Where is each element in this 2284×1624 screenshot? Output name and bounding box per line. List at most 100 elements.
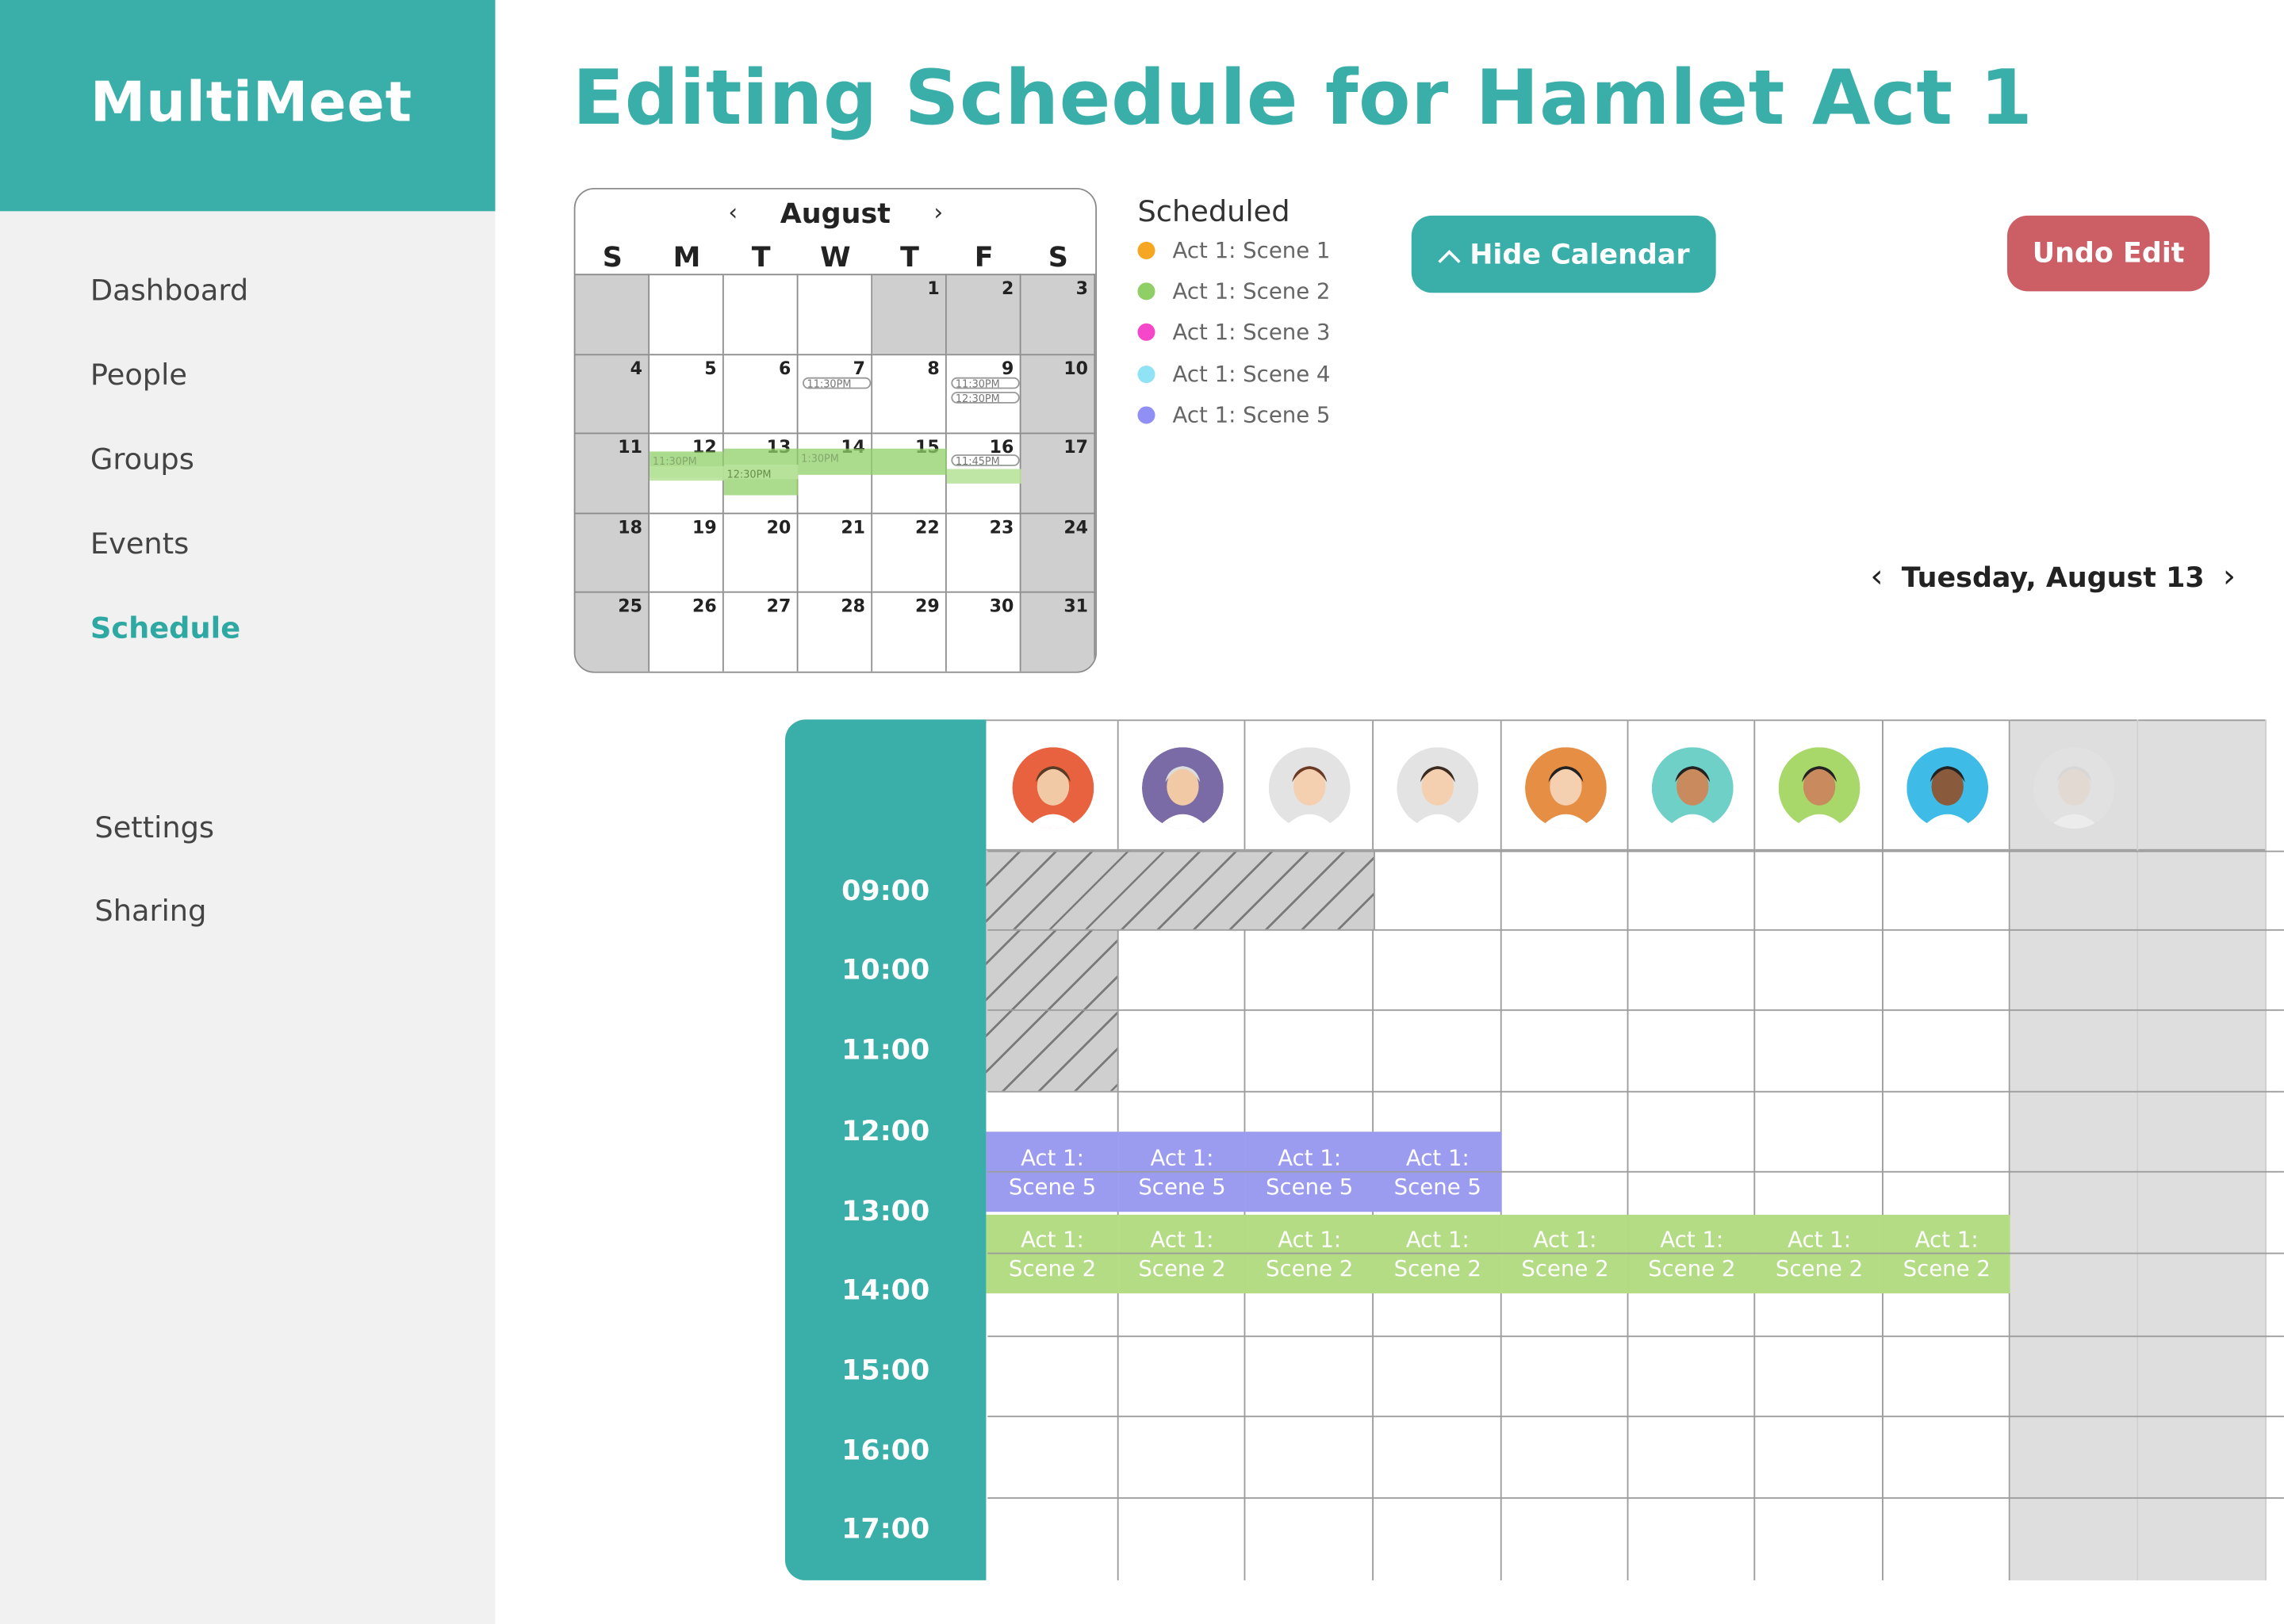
calendar-day[interactable]: 10 [1021, 353, 1096, 433]
event-line2: Scene 2 [1393, 1255, 1481, 1282]
sidebar-item-dashboard[interactable]: Dashboard [90, 272, 248, 307]
calendar-day[interactable]: 21 [798, 512, 873, 592]
time-label: 15:00 [841, 1354, 930, 1387]
calendar-scheduled-band[interactable] [650, 465, 724, 481]
calendar-day-number: 28 [841, 596, 865, 617]
calendar-prev-icon[interactable]: ‹ [728, 198, 738, 226]
avatar[interactable] [2033, 747, 2115, 829]
avatar[interactable] [1650, 747, 1733, 829]
calendar-day[interactable]: 29 [872, 592, 947, 672]
prev-day-icon[interactable]: ‹ [1870, 559, 1883, 596]
next-day-icon[interactable]: › [2223, 559, 2236, 596]
event-line2: Scene 5 [1393, 1173, 1481, 1200]
calendar-next-icon[interactable]: › [933, 198, 943, 226]
person-column[interactable] [1628, 719, 1756, 1580]
calendar-day[interactable]: 2 [946, 274, 1021, 354]
calendar-day[interactable]: 22 [872, 512, 947, 592]
avatar[interactable] [1268, 747, 1351, 829]
sidebar-item-settings[interactable]: Settings [94, 810, 214, 845]
calendar-day[interactable]: 17 [1021, 432, 1096, 513]
grid-row-line [987, 929, 2284, 931]
calendar-day[interactable]: 26 [650, 592, 724, 672]
calendar-day[interactable]: 18 [575, 512, 650, 592]
calendar-day-number: 27 [766, 596, 791, 617]
event-line2: Scene 5 [1266, 1173, 1354, 1200]
calendar-day[interactable]: 8 [872, 353, 947, 433]
legend-label: Act 1: Scene 2 [1172, 278, 1331, 304]
event-line1: Act 1: [1150, 1143, 1214, 1170]
calendar-day[interactable]: 20 [723, 512, 799, 592]
event-line2: Scene 2 [1775, 1255, 1864, 1282]
event-line1: Act 1: [1914, 1226, 1979, 1253]
app-logo[interactable]: MultiMeet [90, 70, 412, 134]
avatar[interactable] [1011, 747, 1094, 829]
calendar-event-pill[interactable]: 11:30PM [803, 376, 872, 389]
calendar-day-number: 7 [853, 358, 865, 378]
avatar-cell [1245, 719, 1373, 851]
calendar-event-pill[interactable]: 11:45PM [951, 454, 1020, 467]
legend-dot [1137, 323, 1155, 341]
person-column[interactable] [1755, 719, 1884, 1580]
calendar-day[interactable]: 11 [575, 432, 650, 513]
person-column-disabled[interactable] [2010, 719, 2139, 1580]
calendar-day[interactable]: 31 [1021, 592, 1096, 672]
calendar-scheduled-band[interactable]: 12:30PM [723, 464, 799, 481]
sidebar-item-events[interactable]: Events [90, 526, 189, 561]
undo-edit-button[interactable]: Undo Edit [2006, 215, 2210, 292]
calendar-month-label: August [780, 197, 891, 231]
avatar-cell [1883, 719, 2009, 851]
time-label: 12:00 [841, 1115, 930, 1148]
legend-item: Act 1: Scene 3 [1137, 319, 1330, 345]
calendar-day-number: 19 [692, 516, 717, 538]
calendar-day[interactable]: 23 [946, 512, 1021, 592]
calendar-empty-cell [650, 274, 724, 354]
calendar-day[interactable]: 27 [723, 592, 799, 672]
calendar-day-number: 1 [927, 278, 940, 299]
person-column-disabled[interactable] [2138, 719, 2267, 1580]
hide-calendar-button[interactable]: Hide Calendar [1411, 215, 1716, 293]
calendar-day[interactable]: 1 [872, 274, 947, 354]
calendar-day-number: 5 [704, 358, 717, 378]
event-line2: Scene 2 [1138, 1255, 1226, 1282]
calendar-day[interactable]: 30 [946, 592, 1021, 672]
avatar[interactable] [1906, 747, 1988, 829]
calendar-day[interactable]: 4 [575, 353, 650, 433]
avatar-cell [1501, 719, 1627, 851]
event-line2: Scene 5 [1138, 1173, 1226, 1200]
calendar-day-number: 18 [618, 516, 642, 538]
calendar-event-pill[interactable]: 11:30PM [951, 376, 1020, 389]
calendar-day[interactable]: 5 [650, 353, 724, 433]
sidebar-item-groups[interactable]: Groups [90, 442, 194, 477]
avatar[interactable] [1397, 747, 1479, 829]
sidebar-item-people[interactable]: People [90, 357, 187, 392]
time-label: 14:00 [841, 1274, 930, 1307]
avatar[interactable] [1778, 747, 1861, 829]
weekday-header: S [602, 241, 623, 274]
sidebar-item-schedule[interactable]: Schedule [90, 611, 240, 645]
calendar-day[interactable]: 24 [1021, 512, 1096, 592]
calendar-day[interactable]: 6 [723, 353, 799, 433]
calendar-scheduled-band[interactable]: 1:30PM [798, 448, 873, 475]
weekday-header: M [673, 241, 701, 274]
sidebar: MultiMeet Dashboard People Groups Events… [0, 0, 496, 1624]
person-column[interactable] [1883, 719, 2010, 1580]
calendar-day-number: 22 [914, 516, 940, 538]
calendar-day[interactable]: 3 [1021, 274, 1096, 354]
calendar-day-number: 26 [692, 596, 717, 617]
calendar-day[interactable]: 7 [798, 353, 873, 433]
avatar[interactable] [1524, 747, 1606, 829]
calendar-day-number: 6 [778, 358, 791, 378]
calendar-scheduled-band[interactable] [946, 469, 1021, 484]
calendar-day[interactable]: 19 [650, 512, 724, 592]
calendar-scheduled-band[interactable] [872, 448, 947, 475]
legend-title: Scheduled [1137, 193, 1290, 229]
person-column[interactable] [1501, 719, 1629, 1580]
calendar-event-pill[interactable]: 12:30PM [951, 391, 1020, 404]
grid-row-line [987, 1170, 2284, 1173]
calendar-day[interactable]: 28 [798, 592, 873, 672]
avatar-cell [1628, 719, 1754, 851]
event-line1: Act 1: [1405, 1226, 1470, 1253]
sidebar-item-sharing[interactable]: Sharing [94, 893, 206, 928]
calendar-day[interactable]: 25 [575, 592, 650, 672]
avatar[interactable] [1141, 747, 1223, 829]
